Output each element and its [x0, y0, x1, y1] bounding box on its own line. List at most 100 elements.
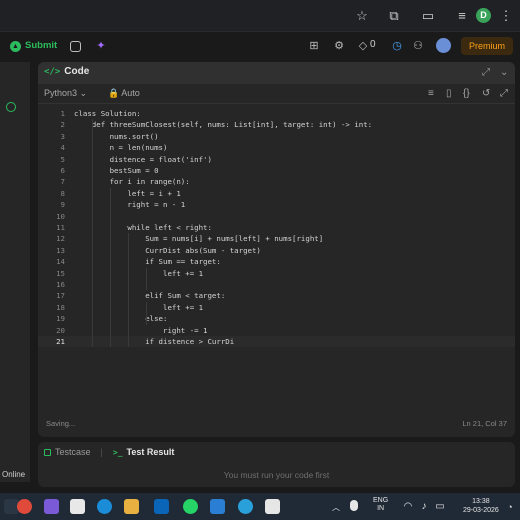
- indent-guide: [128, 233, 129, 348]
- code-line[interactable]: 3 nums.sort(): [38, 131, 515, 142]
- layout-grid-icon[interactable]: ⊞: [307, 39, 321, 53]
- code-text: left += 1: [74, 268, 204, 278]
- code-line[interactable]: 2 def threeSumClosest(self, nums: List[i…: [38, 119, 515, 130]
- code-icon: </>: [44, 66, 61, 77]
- taskbar-clock[interactable]: 13:38 29-03-2026: [463, 497, 499, 515]
- browser-profile-avatar[interactable]: D: [476, 8, 491, 23]
- tab-testcase[interactable]: Testcase: [44, 447, 91, 457]
- outlook-app-icon[interactable]: [154, 499, 169, 514]
- premium-button[interactable]: Premium: [461, 37, 513, 55]
- code-text: Sum = nums[i] + nums[left] + nums[right]: [74, 234, 324, 244]
- format-icon[interactable]: ≡: [428, 88, 434, 99]
- line-number: 6: [60, 166, 65, 175]
- code-text: CurrDist abs(Sum - target): [74, 245, 261, 255]
- autocomplete-toggle[interactable]: 🔒 Auto: [108, 88, 140, 99]
- volume-icon[interactable]: ♪: [416, 499, 432, 515]
- code-text: else:: [74, 314, 168, 324]
- copilot-app-icon[interactable]: [44, 499, 59, 514]
- description-panel-edge: [0, 62, 30, 482]
- tab-test-result[interactable]: >_ Test Result: [113, 447, 174, 457]
- region-code: IN: [377, 505, 385, 512]
- fullscreen-icon[interactable]: ⤢: [500, 88, 508, 99]
- code-editor[interactable]: 1 class Solution: 2 def threeSumClosest(se…: [38, 108, 515, 408]
- indent-guide: [146, 301, 147, 325]
- language-indicator[interactable]: ENG IN: [373, 497, 388, 513]
- panel-menu-icon[interactable]: ⌄: [500, 67, 508, 78]
- notifications-icon[interactable]: ◔: [502, 499, 518, 515]
- code-text: class Solution:: [74, 109, 141, 118]
- code-text: bestSum = 0: [74, 166, 159, 175]
- line-number: 5: [60, 154, 65, 164]
- photos-app-icon[interactable]: [70, 499, 85, 514]
- whatsapp-app-icon[interactable]: [183, 499, 198, 514]
- tab-testcase-label: Testcase: [55, 447, 91, 457]
- bookmark-icon[interactable]: ▯: [446, 88, 452, 99]
- cast-icon[interactable]: ▭: [420, 8, 436, 24]
- timer-icon[interactable]: ◷: [390, 39, 404, 53]
- add-collaborator-icon[interactable]: ⚇: [411, 39, 425, 53]
- user-avatar[interactable]: [436, 38, 451, 53]
- indent-guide: [92, 119, 93, 348]
- code-text: distence = float('inf'): [74, 154, 212, 164]
- code-text: right = n - 1: [74, 200, 186, 210]
- microphone-icon[interactable]: [350, 500, 358, 511]
- line-number: 7: [60, 177, 65, 187]
- notes-icon[interactable]: [70, 41, 81, 52]
- extensions-icon[interactable]: ⧉: [386, 8, 402, 24]
- browser-toolbar: ☆ ⧉ ▭ ≡ D ⋮: [0, 0, 520, 32]
- checkbox-icon: [44, 448, 51, 456]
- browser-menu-icon[interactable]: ⋮: [498, 8, 514, 24]
- battery-icon[interactable]: ▭: [432, 499, 448, 515]
- code-panel: </> Code ⤢ ⌄ Python3 ⌄ 🔒 Auto ≡ ▯ {} ↺ ⤢…: [38, 62, 515, 437]
- windows-taskbar: ︿ ENG IN ◠ ♪ ▭ 13:38 29-03-2026 ◔: [0, 493, 520, 520]
- snipping-tool-icon[interactable]: [265, 499, 280, 514]
- code-line[interactable]: 4 n = len(nums): [38, 142, 515, 153]
- language-select[interactable]: Python3 ⌄: [44, 88, 87, 99]
- fire-streak-icon: ◇: [358, 40, 368, 52]
- terminal-icon: >_: [112, 447, 123, 457]
- indent-guide: [110, 187, 111, 348]
- chrome-app-icon[interactable]: [17, 499, 32, 514]
- wifi-icon[interactable]: ◠: [400, 499, 416, 515]
- media-controls-icon[interactable]: ≡: [454, 8, 470, 24]
- ai-sparkle-icon[interactable]: ✦: [94, 39, 108, 53]
- bookmark-star-icon[interactable]: ☆: [354, 8, 370, 24]
- autocomplete-label: Auto: [121, 88, 140, 98]
- code-text: left = i + 1: [74, 188, 181, 198]
- indent-guide: [146, 267, 147, 291]
- line-number: 14: [56, 257, 65, 267]
- submit-button[interactable]: ▲ Submit: [6, 37, 61, 55]
- test-panel: Testcase | >_ Test Result You must run y…: [38, 442, 515, 487]
- code-text: elif Sum < target:: [74, 291, 226, 301]
- tab-test-result-label: Test Result: [126, 447, 175, 457]
- line-number: 1: [60, 109, 65, 118]
- line-number: 16: [56, 280, 65, 289]
- code-line[interactable]: 5 distence = float('inf'): [38, 154, 515, 165]
- vscode-app-icon[interactable]: [210, 499, 225, 514]
- code-panel-title: </> Code: [44, 66, 89, 77]
- code-line[interactable]: 6 bestSum = 0: [38, 165, 515, 176]
- maximize-icon[interactable]: ⤢: [482, 67, 490, 78]
- file-explorer-icon[interactable]: [124, 499, 139, 514]
- system-tray-expand-icon[interactable]: ︿: [332, 502, 340, 513]
- reset-icon[interactable]: ↺: [482, 88, 490, 99]
- telegram-app-icon[interactable]: [238, 499, 253, 514]
- edge-app-icon[interactable]: [97, 499, 112, 514]
- clock-date: 29-03-2026: [463, 507, 499, 514]
- code-line[interactable]: 1 class Solution:: [38, 108, 515, 119]
- line-number: 3: [60, 131, 65, 141]
- braces-icon[interactable]: {}: [463, 88, 470, 99]
- settings-gear-icon[interactable]: ⚙: [332, 39, 346, 53]
- code-line[interactable]: 7 for i in range(n):: [38, 176, 515, 187]
- upload-cloud-icon: ▲: [10, 40, 21, 52]
- line-number: 8: [60, 188, 65, 198]
- line-number: 2: [60, 120, 65, 130]
- code-panel-header: </> Code ⤢ ⌄: [38, 62, 515, 84]
- code-text: right -= 1: [74, 325, 208, 335]
- code-text: n = len(nums): [74, 143, 168, 153]
- line-number: 10: [56, 211, 65, 221]
- code-text: if Sum == target:: [74, 257, 221, 267]
- online-status: Online: [2, 470, 26, 479]
- clock-time: 13:38: [472, 498, 490, 505]
- code-text: def threeSumClosest(self, nums: List[int…: [74, 120, 373, 130]
